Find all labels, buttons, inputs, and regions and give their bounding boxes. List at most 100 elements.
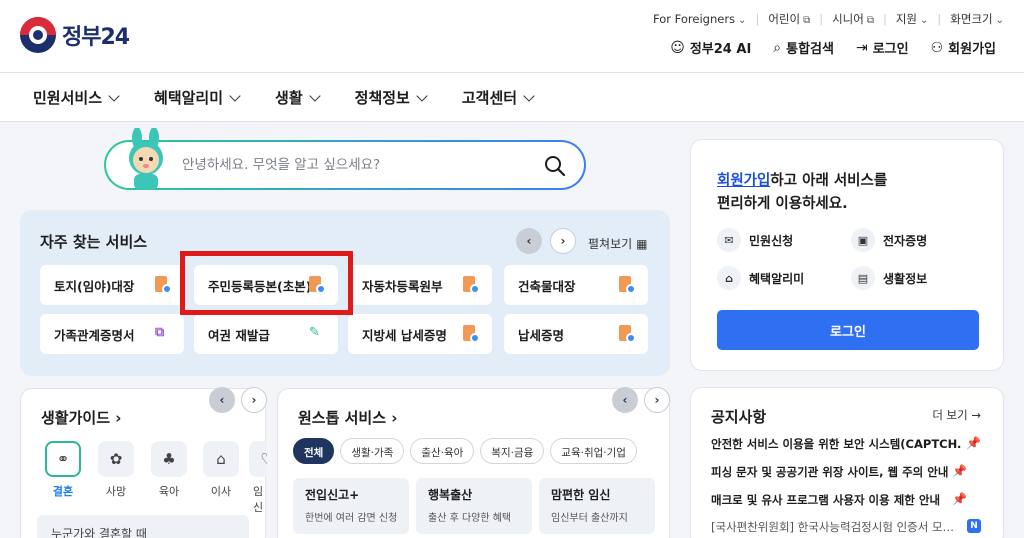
login-button[interactable]: 로그인: [717, 310, 979, 350]
nav-civil-service[interactable]: 민원서비스: [33, 87, 120, 108]
onestop-card-pregnancy[interactable]: 맘편한 임신 임신부터 출산까지: [539, 478, 655, 534]
gift-icon: ⌂: [717, 266, 741, 290]
document-icon: [619, 325, 636, 343]
notice-item[interactable]: 피싱 문자 및 공공기관 위장 사이트, 웹 주의 안내 📌: [711, 464, 981, 480]
service-card-family-cert[interactable]: 가족관계증명서 ⧉: [40, 314, 184, 354]
guide-item-marriage[interactable]: ⚭ 결혼: [43, 441, 83, 499]
taegeuk-logo-icon: [20, 17, 56, 53]
util-foreigners[interactable]: For Foreigners ⌄: [653, 12, 746, 26]
pin-icon: 📌: [962, 436, 981, 450]
util-screen-size[interactable]: 화면크기 ⌄: [950, 11, 1004, 27]
guide-detail-link[interactable]: 누군가와 결혼할 때: [37, 515, 249, 538]
nav-customer-center[interactable]: 고객센터: [462, 87, 535, 108]
stroller-icon: ♣: [151, 441, 187, 477]
login-panel: 회원가입하고 아래 서비스를 편리하게 이용하세요. ✉ 민원신청 ▣ 전자증명 ⌂…: [690, 139, 1004, 371]
search-icon: ⌕: [773, 39, 782, 56]
notice-item[interactable]: 매크로 및 유사 프로그램 사용자 이용 제한 안내 📌: [711, 492, 981, 508]
util-kids[interactable]: 어린이 ⧉: [768, 11, 810, 27]
chevron-down-icon: [108, 89, 120, 102]
frequent-next-button[interactable]: ›: [550, 228, 576, 254]
service-card-building-register[interactable]: 건축물대장: [504, 265, 648, 305]
login-prompt: 회원가입하고 아래 서비스를 편리하게 이용하세요.: [717, 173, 888, 212]
new-badge: N: [967, 519, 981, 533]
integrated-search-button[interactable]: ⌕ 통합검색: [773, 38, 834, 58]
chevron-right-icon: ›: [654, 393, 660, 407]
certificate-icon: ▣: [851, 228, 875, 252]
onestop-filter-chips: 전체 생활·가족 출산·육아 복지·금융 교육·취업·기업: [293, 438, 637, 464]
quick-benefit-alert[interactable]: ⌂ 혜택알리미: [717, 266, 804, 290]
search-icon[interactable]: [544, 155, 566, 177]
chip-edu-job-business[interactable]: 교육·취업·기업: [550, 438, 637, 464]
guide-item-moving[interactable]: ⌂ 이사: [201, 441, 241, 499]
info-card-icon: ▤: [851, 266, 875, 290]
guide-next-button[interactable]: ›: [241, 387, 267, 413]
grid-icon: ▦: [636, 236, 648, 251]
notice-board: 공지사항 더 보기 → 안전한 서비스 이용을 위한 보안 시스템(CAPTCH…: [690, 387, 1004, 538]
nav-life[interactable]: 생활: [275, 87, 321, 108]
service-card-vehicle-register[interactable]: 자동차등록원부: [348, 265, 492, 305]
utility-nav: For Foreigners ⌄ | 어린이 ⧉ | 시니어 ⧉ | 지원 ⌄ | 화면…: [653, 11, 1004, 27]
pencil-icon: ✎: [309, 325, 320, 340]
notice-item[interactable]: 안전한 서비스 이용을 위한 보안 시스템(CAPTCH… 📌: [711, 436, 981, 452]
chip-all[interactable]: 전체: [293, 438, 335, 464]
life-guide-title[interactable]: 생활가이드 ›: [41, 407, 121, 428]
pin-icon: 📌: [948, 464, 967, 478]
chip-birth-childcare[interactable]: 출산·육아: [410, 438, 475, 464]
frequent-prev-button[interactable]: ‹: [516, 228, 542, 254]
quick-civil-apply[interactable]: ✉ 민원신청: [717, 228, 793, 252]
search-input[interactable]: [182, 154, 522, 176]
external-link-icon: ⧉: [155, 325, 165, 340]
guide-prev-button[interactable]: ‹: [209, 387, 235, 413]
service-card-passport-reissue[interactable]: 여권 재발급 ✎: [194, 314, 338, 354]
frequent-services-title: 자주 찾는 서비스: [40, 233, 148, 251]
service-card-tax-cert[interactable]: 납세증명: [504, 314, 648, 354]
chevron-down-icon: ⌄: [738, 15, 747, 26]
chip-welfare-finance[interactable]: 복지·금융: [480, 438, 545, 464]
mail-icon: ✉: [717, 228, 741, 252]
nav-policy-info[interactable]: 정책정보: [355, 87, 428, 108]
service-card-local-tax-cert[interactable]: 지방세 납세증명: [348, 314, 492, 354]
chevron-down-icon: [416, 89, 428, 102]
guide-item-childcare[interactable]: ♣ 육아: [149, 441, 189, 499]
site-logo[interactable]: 정부24: [20, 17, 130, 53]
login-icon: ⇥: [855, 39, 868, 56]
quick-life-info[interactable]: ▤ 생활정보: [851, 266, 927, 290]
quick-e-cert[interactable]: ▣ 전자증명: [851, 228, 927, 252]
onestop-card-happy-birth[interactable]: 행복출산 출산 후 다양한 혜택: [416, 478, 532, 534]
util-senior[interactable]: 시니어 ⧉: [832, 11, 874, 27]
life-guide: 생활가이드 › ‹ › ⚭ 결혼 ✿ 사망 ♣ 육아 ⌂ 이사 ♡ 임신 누군가와 결혼할…: [20, 387, 267, 538]
onestop-next-button[interactable]: ›: [644, 387, 670, 413]
rings-icon: ⚭: [45, 441, 81, 477]
chevron-down-icon: [229, 89, 241, 102]
signup-link[interactable]: ⚇ 회원가입: [930, 38, 996, 58]
pregnancy-icon: ♡: [249, 441, 267, 477]
nav-benefit-alert[interactable]: 혜택알리미: [154, 87, 241, 108]
flower-icon: ✿: [98, 441, 134, 477]
onestop-card-move-in[interactable]: 전입신고+ 한번에 여러 감면 신청: [293, 478, 409, 534]
expand-all-button[interactable]: 펼쳐보기 ▦: [588, 235, 648, 252]
chevron-right-icon: ›: [251, 393, 257, 407]
ai-button[interactable]: ☺ 정부24 AI: [670, 38, 751, 58]
logo-text: 정부24: [62, 25, 130, 50]
document-icon: [463, 276, 480, 294]
guide-item-pregnancy[interactable]: ♡ 임신: [249, 441, 267, 515]
signup-inline-link[interactable]: 회원가입: [717, 173, 770, 189]
chevron-down-icon: [523, 89, 535, 102]
chevron-right-icon: ›: [560, 234, 566, 248]
service-card-land-register[interactable]: 토지(임야)대장: [40, 265, 184, 305]
guide-item-death[interactable]: ✿ 사망: [96, 441, 136, 499]
notice-title: 공지사항: [711, 408, 767, 426]
notice-item[interactable]: [국사편찬위원회] 한국사능력검정시험 인증서 모… N: [711, 519, 981, 535]
red-highlight-box: [180, 251, 353, 315]
onestop-prev-button[interactable]: ‹: [612, 387, 638, 413]
external-link-icon: ⧉: [866, 15, 874, 26]
util-support[interactable]: 지원 ⌄: [896, 11, 929, 27]
user-add-icon: ⚇: [930, 39, 944, 56]
login-link[interactable]: ⇥ 로그인: [855, 38, 909, 58]
mascot-rabbit-icon: [129, 128, 163, 190]
main-nav: 민원서비스 혜택알리미 생활 정책정보 고객센터: [0, 73, 1024, 122]
chip-life-family[interactable]: 생활·가족: [340, 438, 405, 464]
onestop-title[interactable]: 원스톱 서비스 ›: [298, 407, 397, 428]
chevron-left-icon: ‹: [526, 234, 532, 248]
notice-more-link[interactable]: 더 보기 →: [932, 407, 981, 423]
